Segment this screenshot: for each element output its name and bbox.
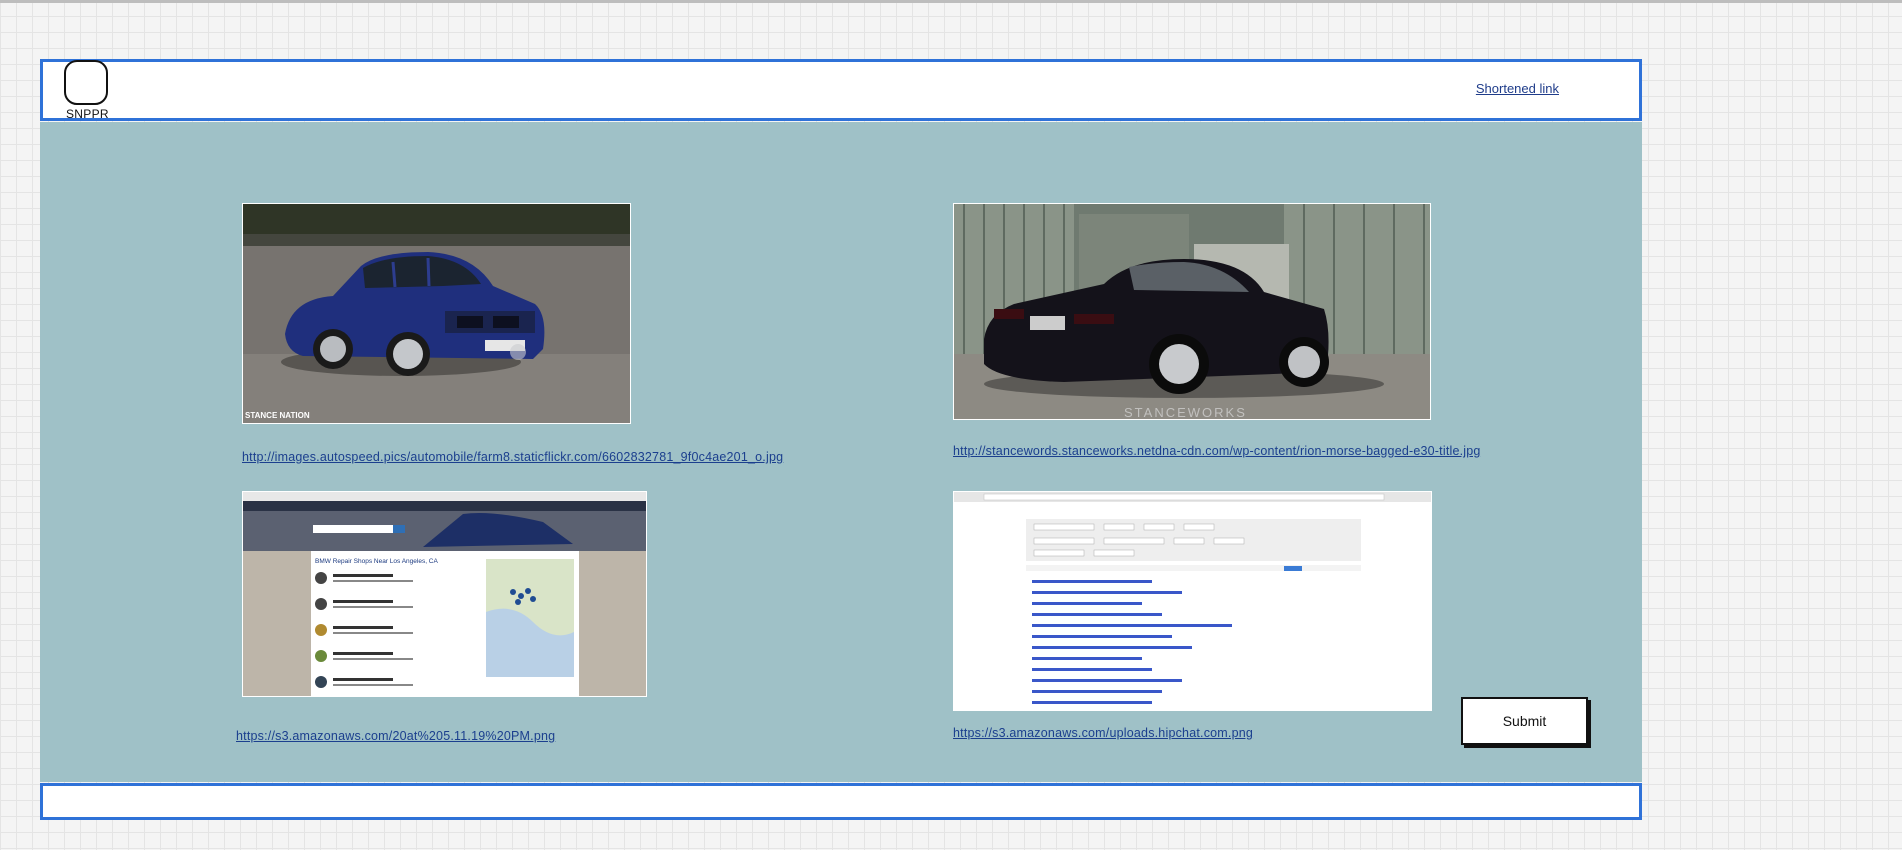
logo-icon[interactable] (64, 60, 108, 105)
image-url-link-1[interactable]: http://images.autospeed.pics/automobile/… (242, 450, 783, 464)
shortened-link[interactable]: Shortened link (1476, 81, 1559, 96)
image-blue-bmw: STANCE NATION (242, 203, 631, 424)
image-black-bmw: STANCEWORKS (953, 203, 1431, 420)
image-url-link-4[interactable]: https://s3.amazonaws.com/uploads.hipchat… (953, 726, 1253, 740)
watermark-text: STANCE NATION (245, 411, 310, 420)
submit-button[interactable]: Submit (1461, 697, 1588, 745)
image-url-link-3[interactable]: https://s3.amazonaws.com/20at%205.11.19%… (236, 729, 555, 743)
header-bar (40, 59, 1642, 121)
screenshot-page-heading: BMW Repair Shops Near Los Angeles, CA (315, 558, 438, 565)
watermark-text: STANCEWORKS (1124, 405, 1247, 420)
top-edge-line (0, 0, 1902, 3)
logo-text: SNPPR (66, 107, 109, 121)
footer-bar (40, 783, 1642, 820)
image-url-link-2[interactable]: http://stancewords.stanceworks.netdna-cd… (953, 444, 1481, 458)
image-listing-screenshot (953, 491, 1432, 711)
image-repair-shops-screenshot: BMW Repair Shops Near Los Angeles, CA (242, 491, 647, 697)
